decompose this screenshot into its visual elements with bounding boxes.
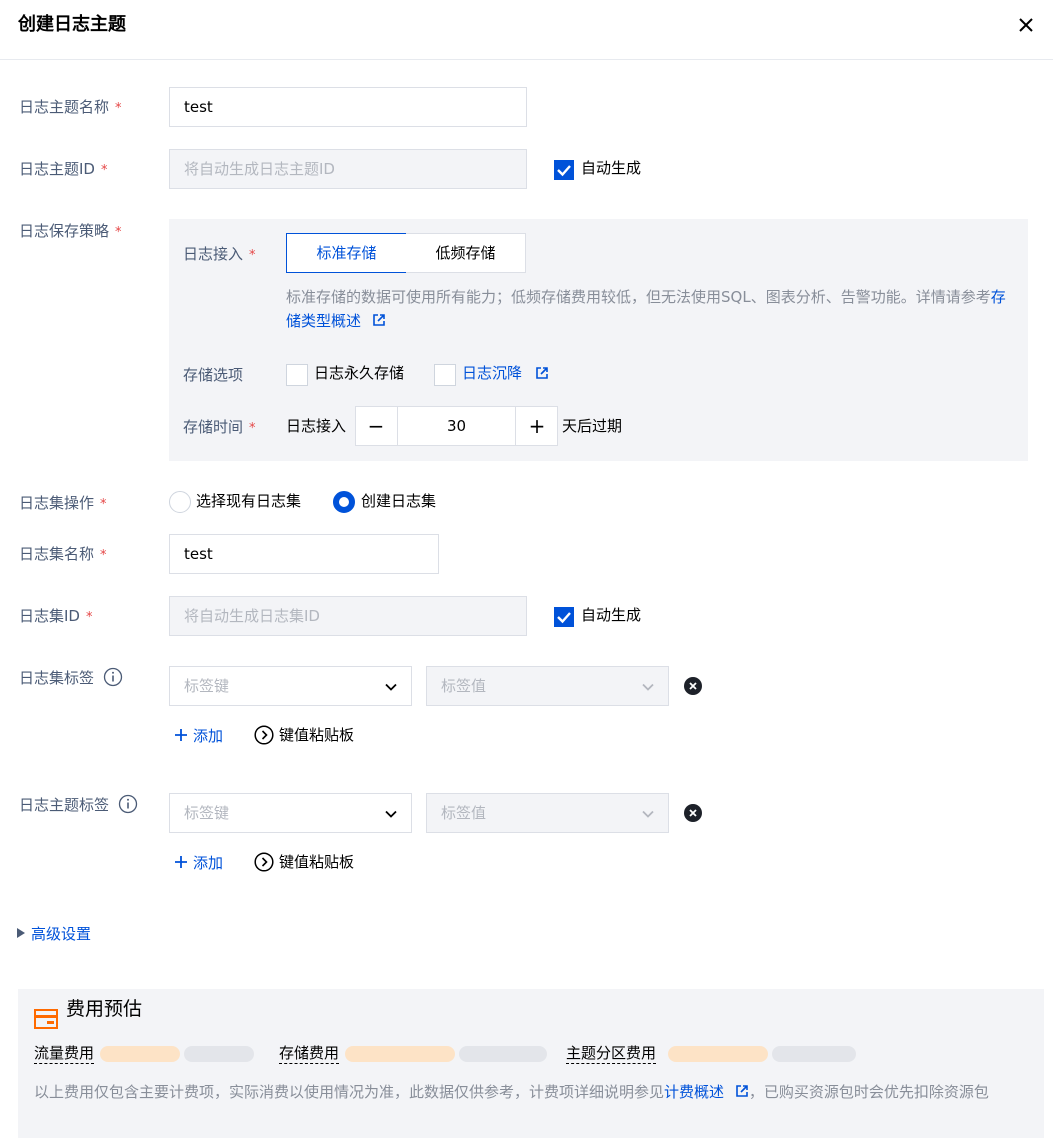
caret-right-icon [17, 928, 25, 938]
radio-select-existing-label: 选择现有日志集 [196, 492, 302, 510]
external-link-icon [736, 1085, 748, 1097]
topic-tags-label: 日志主题标签 [19, 794, 138, 816]
external-link-icon [372, 314, 385, 326]
traffic-fee-unit-blurred [184, 1046, 254, 1062]
cost-estimate-panel: 费用预估 流量费用 存储费用 主题分区费用 以上费用仅包含主要计费项，实际消费以… [18, 989, 1044, 1138]
topic-id-auto-label: 自动生成 [581, 159, 642, 177]
radio-select-existing[interactable] [169, 491, 191, 513]
topic-name-label: 日志主题名称 * [19, 98, 122, 116]
increment-button[interactable]: + [517, 407, 557, 445]
logset-paste-button[interactable]: 键值粘贴板 [254, 724, 354, 746]
dialog-header: 创建日志主题 [0, 0, 1053, 60]
info-icon[interactable] [103, 667, 123, 687]
permanent-storage-checkbox[interactable] [286, 364, 308, 386]
topic-tag-key-select[interactable]: 标签键 [169, 793, 412, 833]
topic-paste-button[interactable]: 键值粘贴板 [254, 851, 354, 873]
chevron-right-circle-icon [254, 725, 274, 745]
decrement-button[interactable]: − [356, 407, 396, 445]
external-link-icon [536, 367, 548, 379]
radio-create-logset[interactable] [333, 491, 355, 513]
topic-id-input: 将自动生成日志主题ID [169, 149, 527, 189]
ingest-label: 日志接入 * [183, 245, 256, 263]
bill-icon [34, 1009, 58, 1029]
logset-name-label: 日志集名称 * [19, 545, 107, 563]
retention-label: 日志保存策略 * [19, 222, 122, 240]
permanent-storage-label: 日志永久存储 [314, 364, 405, 382]
days-value[interactable]: 30 [397, 407, 516, 445]
storage-fee-label[interactable]: 存储费用 [279, 1043, 340, 1064]
chevron-down-icon [642, 810, 654, 818]
chevron-down-icon [642, 683, 654, 691]
topic-add-tag-button[interactable]: 添加 [174, 852, 223, 874]
storage-time-label: 存储时间 * [183, 418, 256, 436]
topic-id-auto-checkbox[interactable] [554, 160, 574, 180]
cost-title: 费用预估 [66, 998, 143, 1020]
logset-tag-value-select: 标签值 [426, 666, 669, 706]
tier-description: 标准存储的数据可使用所有能力；低频存储费用较低，但无法使用SQL、图表分析、告警… [286, 288, 1006, 330]
partition-fee-value-blurred [668, 1046, 768, 1062]
days-stepper: − 30 + [355, 406, 558, 446]
topic-name-input[interactable]: test [169, 87, 527, 127]
cost-note: 以上费用仅包含主要计费项，实际消费以使用情况为准，此数据仅供参考，计费项详细说明… [34, 1083, 989, 1101]
logset-id-input: 将自动生成日志集ID [169, 596, 527, 636]
topic-tag-value-select: 标签值 [426, 793, 669, 833]
advanced-settings-toggle[interactable]: 高级设置 [16, 923, 91, 945]
logset-tag-key-select[interactable]: 标签键 [169, 666, 412, 706]
logset-tags-label: 日志集标签 [19, 667, 123, 689]
radio-create-logset-label: 创建日志集 [361, 492, 437, 510]
storage-fee-value-blurred [345, 1046, 455, 1062]
logset-op-label: 日志集操作 * [19, 494, 107, 512]
storage-time-suffix: 天后过期 [562, 417, 623, 435]
storage-time-prefix: 日志接入 [286, 417, 347, 435]
partition-fee-unit-blurred [772, 1046, 856, 1062]
logset-name-input[interactable]: test [169, 534, 439, 574]
partition-fee-label[interactable]: 主题分区费用 [566, 1043, 657, 1064]
info-icon[interactable] [118, 794, 138, 814]
topic-id-label: 日志主题ID * [19, 160, 108, 178]
traffic-fee-value-blurred [100, 1046, 180, 1062]
storage-options-label: 存储选项 [183, 366, 244, 384]
plus-icon [175, 856, 187, 868]
remove-tag-icon[interactable] [684, 677, 702, 695]
plus-icon [175, 729, 187, 741]
close-icon[interactable] [1016, 15, 1036, 35]
check-icon [557, 165, 571, 177]
log-sink-checkbox[interactable] [434, 364, 456, 386]
check-icon [557, 612, 571, 624]
logset-add-tag-button[interactable]: 添加 [174, 725, 223, 747]
logset-id-label: 日志集ID * [19, 607, 93, 625]
storage-fee-unit-blurred [459, 1046, 547, 1062]
tier-infrequent-button[interactable]: 低频存储 [406, 233, 526, 273]
traffic-fee-label[interactable]: 流量费用 [34, 1043, 95, 1064]
chevron-down-icon [385, 683, 397, 691]
chevron-right-circle-icon [254, 852, 274, 872]
tier-standard-button[interactable]: 标准存储 [286, 233, 407, 273]
chevron-down-icon [385, 810, 397, 818]
dialog-title: 创建日志主题 [18, 14, 126, 35]
billing-overview-link[interactable]: 计费概述 [664, 1083, 724, 1101]
remove-tag-icon[interactable] [684, 804, 702, 822]
log-sink-link[interactable]: 日志沉降 [462, 362, 522, 384]
logset-id-auto-label: 自动生成 [581, 606, 642, 624]
logset-id-auto-checkbox[interactable] [554, 607, 574, 627]
